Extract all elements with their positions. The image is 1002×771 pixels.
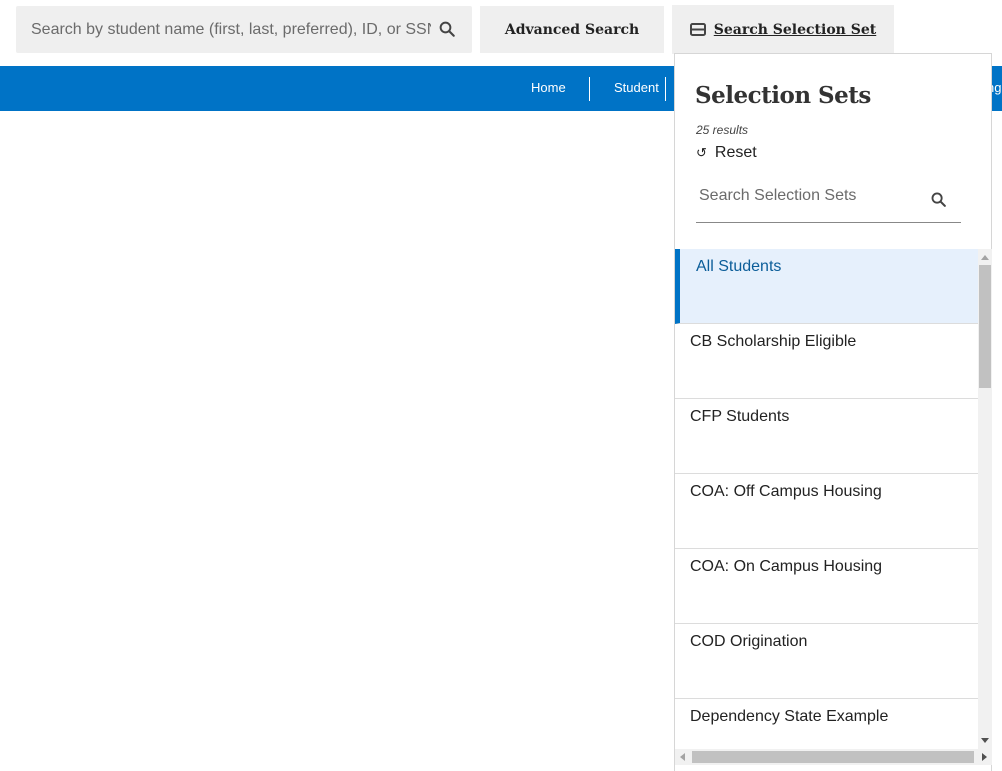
reset-button[interactable]: ↺ Reset bbox=[696, 144, 757, 162]
selection-set-search[interactable] bbox=[696, 182, 961, 223]
list-item[interactable]: COA: On Campus Housing bbox=[675, 549, 978, 624]
nav-item-home[interactable]: Home bbox=[531, 66, 566, 111]
selection-sets-popup: Selection Sets 25 results ↺ Reset All St… bbox=[674, 53, 992, 771]
scroll-right-arrow-icon[interactable] bbox=[982, 753, 987, 761]
scrollbar-thumb[interactable] bbox=[692, 751, 974, 763]
popup-title: Selection Sets bbox=[695, 82, 871, 109]
list-item[interactable]: COA: Off Campus Housing bbox=[675, 474, 978, 549]
list-item[interactable]: All Students bbox=[675, 249, 978, 324]
selection-set-search-input[interactable] bbox=[696, 182, 919, 205]
list-item[interactable]: CB Scholarship Eligible bbox=[675, 324, 978, 399]
nav-divider bbox=[589, 77, 590, 101]
list-item[interactable]: CFP Students bbox=[675, 399, 978, 474]
nav-item-student[interactable]: Student bbox=[614, 66, 659, 111]
search-icon[interactable] bbox=[930, 191, 947, 208]
vertical-scrollbar[interactable] bbox=[978, 249, 992, 749]
scroll-left-arrow-icon[interactable] bbox=[680, 753, 685, 761]
nav-divider bbox=[665, 77, 666, 101]
reset-icon: ↺ bbox=[696, 145, 707, 160]
scroll-up-arrow-icon[interactable] bbox=[981, 255, 989, 260]
student-search-box[interactable] bbox=[16, 6, 472, 53]
search-icon[interactable] bbox=[438, 20, 456, 38]
advanced-search-button[interactable]: Advanced Search bbox=[480, 6, 664, 53]
list-item[interactable]: Dependency State Example bbox=[675, 699, 978, 749]
student-search-input[interactable] bbox=[16, 20, 431, 39]
results-count: 25 results bbox=[696, 123, 749, 137]
search-selection-set-label: Search Selection Set bbox=[713, 21, 877, 38]
scrollbar-thumb[interactable] bbox=[979, 265, 991, 388]
list-item[interactable]: COD Origination bbox=[675, 624, 978, 699]
selection-set-list: All Students CB Scholarship Eligible CFP… bbox=[675, 249, 978, 749]
scroll-down-arrow-icon[interactable] bbox=[981, 738, 989, 743]
horizontal-scrollbar[interactable] bbox=[675, 749, 992, 765]
list-box-icon bbox=[689, 23, 706, 36]
search-selection-set-button[interactable]: Search Selection Set bbox=[672, 5, 894, 54]
reset-label: Reset bbox=[714, 144, 757, 161]
